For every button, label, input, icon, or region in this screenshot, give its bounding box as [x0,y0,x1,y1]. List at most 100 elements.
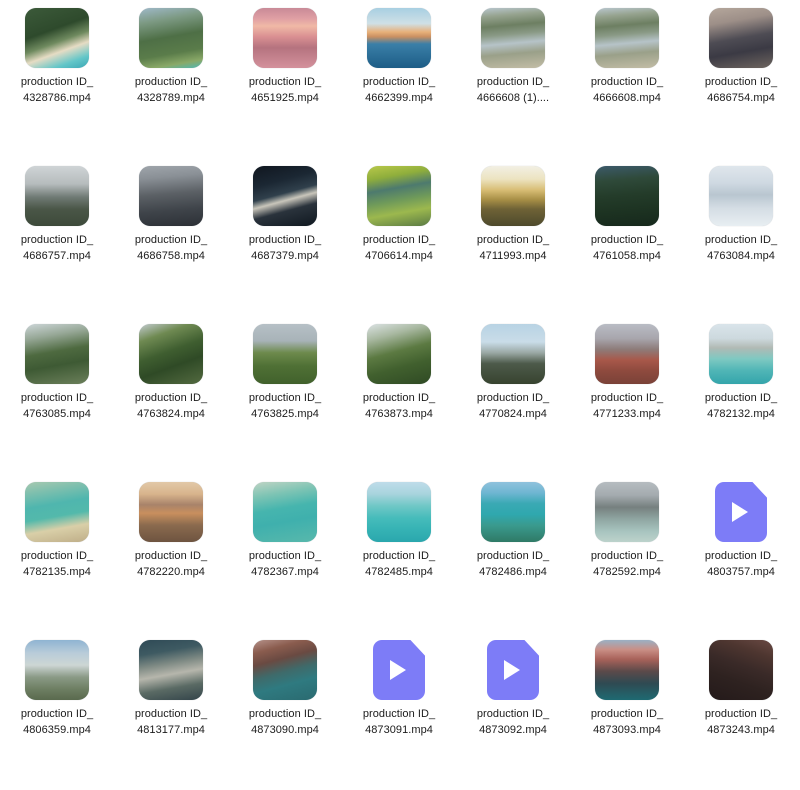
file-item[interactable]: production ID_ 4763084.mp4 [684,158,798,316]
file-item[interactable]: production ID_ 4706614.mp4 [342,158,456,316]
thumbnail-image [481,8,545,68]
file-name-label: production ID_ 4651925.mp4 [229,75,341,106]
file-item[interactable]: production ID_ 4328786.mp4 [0,0,114,158]
file-item[interactable]: production ID_ 4328789.mp4 [114,0,228,158]
file-item[interactable]: production ID_ 4763873.mp4 [342,316,456,474]
thumbnail-image [139,482,203,542]
video-thumbnail-icon [481,482,545,542]
video-thumbnail-icon [25,166,89,226]
video-thumbnail-icon [595,482,659,542]
file-name-line-2: 4687379.mp4 [251,249,319,262]
thumbnail-image [253,166,317,226]
video-thumbnail-icon [25,482,89,542]
file-item[interactable]: production ID_ 4873090.mp4 [228,632,342,790]
file-name-line-1: production ID_ [704,234,778,246]
file-item[interactable]: production ID_ 4782367.mp4 [228,474,342,632]
thumbnail-image [709,324,773,384]
file-item[interactable]: production ID_ 4782486.mp4 [456,474,570,632]
file-item[interactable]: production ID_ 4813177.mp4 [114,632,228,790]
file-item[interactable]: production ID_ 4686758.mp4 [114,158,228,316]
file-name-line-2: 4873090.mp4 [251,723,319,736]
file-item[interactable]: production ID_ 4666608.mp4 [570,0,684,158]
file-item[interactable]: production ID_ 4662399.mp4 [342,0,456,158]
file-item[interactable]: production ID_ 4763085.mp4 [0,316,114,474]
file-item[interactable]: production ID_ 4771233.mp4 [570,316,684,474]
file-name-line-2: 4686757.mp4 [23,249,91,262]
video-thumbnail-icon [25,640,89,700]
thumbnail-layer [709,640,773,700]
file-name-label: production ID_ 4873093.mp4 [571,707,683,738]
file-name-line-1: production ID_ [20,234,94,246]
file-name-label: production ID_ 4873243.mp4 [685,707,797,738]
file-name-label: production ID_ 4806359.mp4 [1,707,113,738]
video-thumbnail-icon [595,8,659,68]
file-name-line-1: production ID_ [590,708,664,720]
file-item[interactable]: production ID_ 4666608 (1).... [456,0,570,158]
file-item[interactable]: production ID_ 4686754.mp4 [684,0,798,158]
file-name-label: production ID_ 4328789.mp4 [115,75,227,106]
file-item[interactable]: production ID_ 4873243.mp4 [684,632,798,790]
file-name-line-1: production ID_ [362,392,436,404]
file-item[interactable]: production ID_ 4763824.mp4 [114,316,228,474]
file-item[interactable]: production ID_ 4686757.mp4 [0,158,114,316]
thumbnail-image [253,324,317,384]
file-name-label: production ID_ 4706614.mp4 [343,233,455,264]
thumbnail-layer [367,482,431,542]
thumbnail-image [709,640,773,700]
file-name-line-2: 4686754.mp4 [707,91,775,104]
file-name-line-1: production ID_ [362,234,436,246]
file-name-label: production ID_ 4782592.mp4 [571,549,683,580]
thumbnail-layer [481,482,545,542]
file-name-line-2: 4873092.mp4 [479,723,547,736]
thumbnail-layer [367,8,431,68]
video-thumbnail-icon [709,166,773,226]
file-name-line-1: production ID_ [248,76,322,88]
file-item[interactable]: production ID_ 4782485.mp4 [342,474,456,632]
file-name-line-2: 4813177.mp4 [137,723,205,736]
file-grid: production ID_ 4328786.mp4 production ID_ 4… [0,0,800,742]
file-item[interactable]: production ID_ 4873093.mp4 [570,632,684,790]
file-item[interactable]: production ID_ 4873091.mp4 [342,632,456,790]
thumbnail-image [25,640,89,700]
file-item[interactable]: production ID_ 4770824.mp4 [456,316,570,474]
file-item[interactable]: production ID_ 4711993.mp4 [456,158,570,316]
thumbnail-image [595,166,659,226]
thumbnail-image [253,8,317,68]
file-item[interactable]: production ID_ 4763825.mp4 [228,316,342,474]
video-thumbnail-icon [139,482,203,542]
video-thumbnail-icon [253,8,317,68]
file-name-line-1: production ID_ [476,76,550,88]
file-name-label: production ID_ 4782135.mp4 [1,549,113,580]
video-file-page-icon [715,482,767,542]
thumbnail-image [709,166,773,226]
play-triangle-icon [504,660,520,680]
file-item[interactable]: production ID_ 4761058.mp4 [570,158,684,316]
file-name-line-1: production ID_ [20,392,94,404]
file-item[interactable]: production ID_ 4782220.mp4 [114,474,228,632]
file-name-line-2: 4873091.mp4 [365,723,433,736]
file-name-line-1: production ID_ [704,708,778,720]
file-name-line-1: production ID_ [134,392,208,404]
file-item[interactable]: production ID_ 4806359.mp4 [0,632,114,790]
file-name-line-2: 4666608 (1).... [476,91,550,104]
file-item[interactable]: production ID_ 4782592.mp4 [570,474,684,632]
video-thumbnail-icon [709,8,773,68]
file-name-label: production ID_ 4763824.mp4 [115,391,227,422]
file-name-line-2: 4782486.mp4 [479,565,547,578]
file-name-line-1: production ID_ [362,708,436,720]
file-item[interactable]: production ID_ 4803757.mp4 [684,474,798,632]
file-item[interactable]: production ID_ 4651925.mp4 [228,0,342,158]
file-name-line-2: 4803757.mp4 [707,565,775,578]
file-name-line-1: production ID_ [134,550,208,562]
thumbnail-layer [25,8,89,68]
file-item[interactable]: production ID_ 4687379.mp4 [228,158,342,316]
thumbnail-image [25,166,89,226]
file-item[interactable]: production ID_ 4782135.mp4 [0,474,114,632]
file-item[interactable]: production ID_ 4873092.mp4 [456,632,570,790]
thumbnail-layer [481,8,545,68]
thumbnail-layer [139,166,203,226]
file-name-line-2: 4806359.mp4 [23,723,91,736]
thumbnail-image [25,324,89,384]
file-item[interactable]: production ID_ 4782132.mp4 [684,316,798,474]
video-thumbnail-icon [481,324,545,384]
